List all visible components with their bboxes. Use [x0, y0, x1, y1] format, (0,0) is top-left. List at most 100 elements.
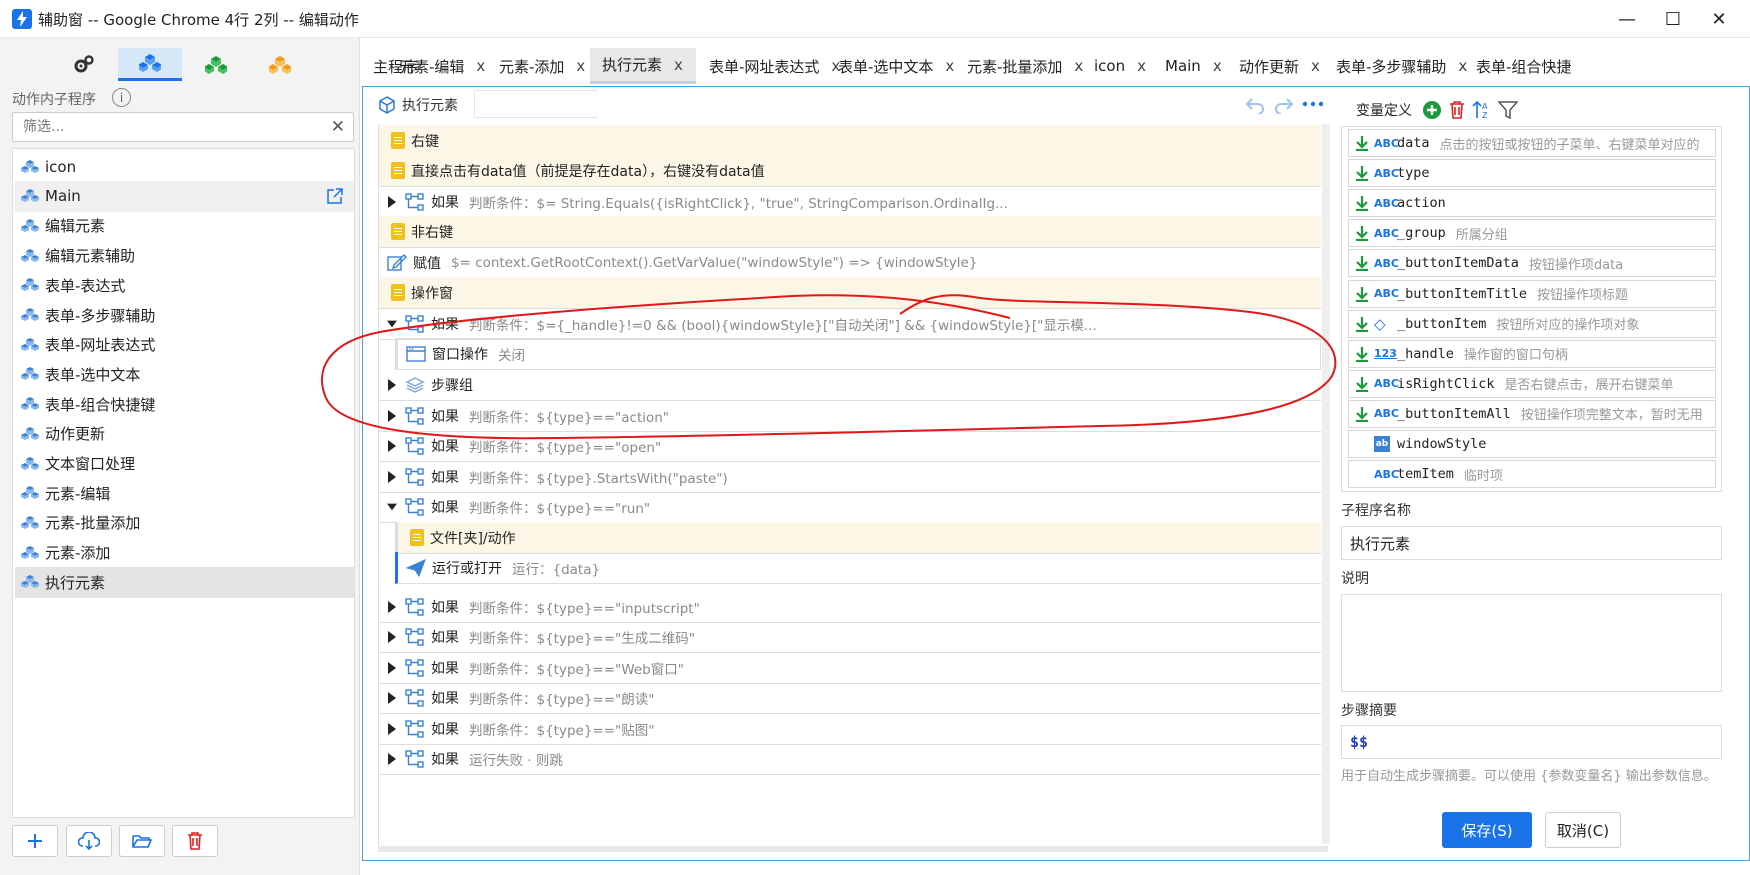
- variable-row[interactable]: ABC isRightClick 是否右键点击，展开右键菜单: [1348, 369, 1716, 398]
- editor-header-input[interactable]: [474, 90, 598, 118]
- add-subprogram-button[interactable]: [12, 825, 58, 857]
- subprogram-item[interactable]: 元素-添加: [15, 537, 354, 568]
- subprogram-item[interactable]: 表单-网址表达式: [15, 329, 354, 360]
- variable-row[interactable]: ab windowStyle: [1348, 430, 1716, 458]
- redo-icon[interactable]: [1273, 96, 1295, 114]
- step-row[interactable]: 文件[夹]/动作: [395, 522, 1321, 554]
- name-field[interactable]: 执行元素: [1341, 526, 1722, 560]
- subprogram-item[interactable]: 元素-批量添加: [15, 507, 354, 538]
- more-icon[interactable]: [1302, 100, 1324, 108]
- filter-field[interactable]: ✕: [12, 112, 354, 142]
- subprogram-item[interactable]: 执行元素: [15, 566, 354, 598]
- sort-icon[interactable]: AZ: [1472, 100, 1492, 120]
- step-row[interactable]: 赋值 $= context.GetRootContext().GetVarValu…: [379, 247, 1321, 279]
- subprogram-item[interactable]: 表单-表达式: [15, 270, 354, 301]
- collapse-arrow-icon[interactable]: [387, 318, 397, 330]
- category-tab-green[interactable]: [184, 48, 248, 81]
- subprogram-item[interactable]: 文本窗口处理: [15, 448, 354, 479]
- info-icon[interactable]: i: [112, 88, 131, 107]
- cancel-button[interactable]: 取消(C): [1545, 812, 1621, 848]
- tab-close-icon[interactable]: x: [945, 57, 954, 75]
- open-external-icon[interactable]: [326, 187, 344, 209]
- expand-arrow-icon[interactable]: [387, 378, 397, 391]
- subprogram-item[interactable]: 编辑元素辅助: [15, 240, 354, 271]
- variable-row[interactable]: ABC _buttonItemAll 按钮操作项完整文本，暂时无用: [1348, 399, 1716, 428]
- variable-row[interactable]: ABC data 点击的按钮或按钮的子菜单、右键菜单对应的: [1348, 129, 1716, 157]
- category-tab-orange[interactable]: [248, 48, 312, 81]
- step-row[interactable]: 如果 判断条件：${type}=="run": [379, 491, 1321, 523]
- summary-field[interactable]: $$: [1341, 725, 1722, 759]
- subprogram-item[interactable]: icon: [15, 151, 354, 182]
- step-row[interactable]: 如果 判断条件：${type}=="open": [379, 430, 1321, 462]
- step-row[interactable]: 非右键: [379, 216, 1321, 248]
- variable-row[interactable]: ABC temItem 临时项: [1348, 460, 1716, 489]
- variable-row[interactable]: ABC action: [1348, 189, 1716, 218]
- description-field[interactable]: [1341, 594, 1722, 692]
- step-row[interactable]: 如果 判断条件：${type}=="贴图": [379, 713, 1321, 745]
- tab-7[interactable]: icon x: [1082, 48, 1150, 84]
- step-row[interactable]: 如果 判断条件：${type}=="action": [379, 400, 1321, 432]
- step-row[interactable]: 运行或打开 运行：{data}: [395, 552, 1321, 584]
- filter-input[interactable]: [23, 114, 323, 140]
- delete-variable-icon[interactable]: [1448, 100, 1466, 120]
- expand-arrow-icon[interactable]: [387, 722, 397, 735]
- expand-arrow-icon[interactable]: [387, 600, 397, 613]
- step-row[interactable]: 如果 判断条件：${type}=="朗读": [379, 682, 1321, 714]
- tab-8[interactable]: Main x: [1153, 48, 1225, 84]
- step-row[interactable]: 窗口操作 关闭: [395, 338, 1321, 370]
- collapse-arrow-icon[interactable]: [387, 501, 397, 513]
- variable-row[interactable]: ABC type: [1348, 159, 1716, 188]
- close-button[interactable]: ✕: [1704, 6, 1734, 32]
- subprogram-item[interactable]: 表单-多步骤辅助: [15, 300, 354, 331]
- save-button[interactable]: 保存(S): [1442, 812, 1532, 848]
- tab-close-icon[interactable]: x: [1137, 57, 1146, 75]
- step-list-scrollbar[interactable]: [1322, 124, 1330, 844]
- step-row[interactable]: 如果 判断条件：$= String.Equals({isRightClick}, …: [379, 186, 1321, 218]
- tab-11[interactable]: 表单-组合快捷: [1464, 48, 1584, 84]
- tab-5[interactable]: 表单-选中文本 x: [826, 48, 954, 84]
- subprogram-item[interactable]: Main: [15, 180, 354, 212]
- tab-3[interactable]: 执行元素 x: [590, 48, 696, 84]
- tab-2[interactable]: 元素-添加 x: [487, 48, 587, 84]
- step-row[interactable]: 如果 判断条件：${type}.StartsWith("paste"): [379, 461, 1321, 493]
- step-row[interactable]: 如果 判断条件：${type}=="生成二维码": [379, 621, 1321, 653]
- expand-arrow-icon[interactable]: [387, 195, 397, 208]
- expand-arrow-icon[interactable]: [387, 752, 397, 765]
- subprogram-item[interactable]: 表单-组合快捷键: [15, 389, 354, 420]
- tab-6[interactable]: 元素-批量添加 x: [955, 48, 1083, 84]
- filter-icon[interactable]: [1498, 100, 1518, 120]
- expand-arrow-icon[interactable]: [387, 439, 397, 452]
- delete-subprogram-button[interactable]: [172, 825, 218, 857]
- step-row[interactable]: 如果 判断条件：${type}=="Web窗口": [379, 652, 1321, 684]
- download-button[interactable]: [66, 825, 112, 857]
- variable-row[interactable]: ABC _buttonItemTitle 按钮操作项标题: [1348, 279, 1716, 308]
- clear-filter-icon[interactable]: ✕: [331, 117, 345, 137]
- step-row[interactable]: 如果 判断条件：$={_handle}!=0 && (bool){windowSt…: [379, 308, 1321, 340]
- step-row[interactable]: 如果 运行失败 · 则跳: [379, 743, 1321, 775]
- tab-close-icon[interactable]: x: [1213, 57, 1222, 75]
- expand-arrow-icon[interactable]: [387, 630, 397, 643]
- category-tab-blue[interactable]: [118, 48, 182, 81]
- expand-arrow-icon[interactable]: [387, 470, 397, 483]
- open-folder-button[interactable]: [119, 825, 165, 857]
- variable-row[interactable]: 123 _handle 操作窗的窗口句柄: [1348, 339, 1716, 368]
- step-row[interactable]: 步骤组: [379, 369, 1321, 401]
- expand-arrow-icon[interactable]: [387, 661, 397, 674]
- variable-row[interactable]: ◇ _buttonItem 按钮所对应的操作项对象: [1348, 309, 1716, 338]
- category-tab-gears[interactable]: [52, 48, 116, 81]
- subprogram-item[interactable]: 表单-选中文本: [15, 359, 354, 390]
- undo-icon[interactable]: [1244, 96, 1266, 114]
- step-list-hscrollbar[interactable]: [378, 846, 1328, 852]
- minimize-button[interactable]: —: [1612, 6, 1642, 32]
- tab-1[interactable]: 元素-编辑 x: [387, 48, 485, 84]
- subprogram-item[interactable]: 元素-编辑: [15, 478, 354, 509]
- expand-arrow-icon[interactable]: [387, 691, 397, 704]
- variable-row[interactable]: ABC _buttonItemData 按钮操作项data: [1348, 249, 1716, 278]
- step-row[interactable]: 右键: [379, 125, 1321, 157]
- maximize-button[interactable]: ☐: [1658, 6, 1688, 32]
- add-variable-icon[interactable]: [1422, 100, 1442, 120]
- expand-arrow-icon[interactable]: [387, 409, 397, 422]
- step-row[interactable]: 操作窗: [379, 277, 1321, 309]
- tab-close-icon[interactable]: x: [476, 57, 485, 75]
- tab-4[interactable]: 表单-网址表达式 x: [697, 48, 840, 84]
